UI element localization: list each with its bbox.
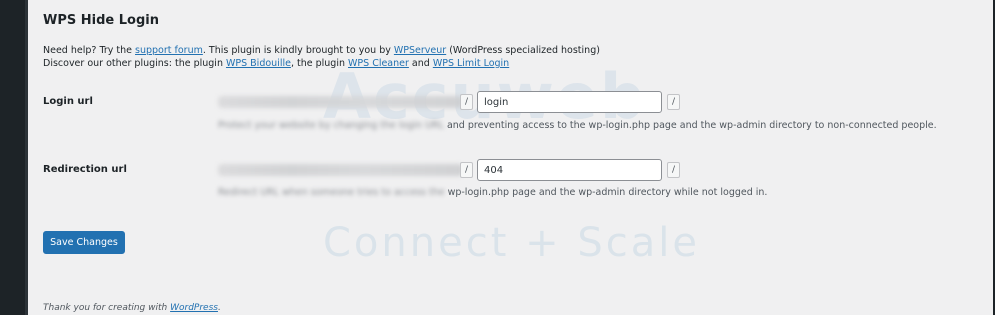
discover-sep2: and — [408, 58, 433, 69]
redirection-url-slash-right: / — [667, 162, 680, 178]
redirection-url-slash-left: / — [460, 162, 473, 178]
settings-page: Accuweb Connect + Scale WPS Hide Login N… — [28, 0, 993, 315]
discover-line: Discover our other plugins: the plugin W… — [43, 57, 600, 70]
support-forum-link[interactable]: support forum — [135, 45, 203, 56]
help-middle: . This plugin is kindly brought to you b… — [202, 45, 394, 56]
page-title: WPS Hide Login — [43, 13, 159, 28]
redirection-url-description-blurred: Redirect URL when someone tries to acces… — [218, 187, 445, 198]
discover-prefix: Discover our other plugins: the plugin — [43, 58, 226, 69]
redirection-url-description-text: wp-login.php page and the wp-admin direc… — [444, 187, 768, 198]
intro-text: Need help? Try the support forum. This p… — [43, 44, 600, 70]
discover-sep1: , the plugin — [290, 58, 349, 69]
redirection-url-input[interactable] — [477, 159, 662, 181]
save-changes-button[interactable]: Save Changes — [43, 231, 125, 254]
wps-cleaner-link[interactable]: WPS Cleaner — [348, 58, 409, 69]
login-url-slash-right: / — [667, 94, 680, 110]
login-url-input[interactable] — [477, 91, 662, 113]
footer-suffix: . — [217, 303, 221, 313]
admin-sidebar-edge — [0, 0, 28, 315]
login-url-description-blurred: Protect your website by changing the log… — [218, 120, 444, 131]
watermark-bottom-text: Connect + Scale — [323, 220, 700, 266]
wpserveur-link[interactable]: WPServeur — [394, 45, 446, 56]
admin-footer: Thank you for creating with WordPress. — [43, 303, 221, 313]
help-prefix: Need help? Try the — [43, 45, 136, 56]
redirection-url-site-prefix — [218, 164, 463, 176]
help-suffix: (WordPress specialized hosting) — [446, 45, 600, 56]
login-url-site-prefix — [218, 96, 463, 108]
wordpress-link[interactable]: WordPress — [170, 303, 218, 313]
redirection-url-label: Redirection url — [43, 164, 127, 175]
login-url-label: Login url — [43, 96, 93, 107]
redirection-url-description: Redirect URL when someone tries to acces… — [218, 187, 767, 198]
wps-limit-login-link[interactable]: WPS Limit Login — [433, 58, 509, 69]
footer-prefix: Thank you for creating with — [43, 303, 171, 313]
login-url-slash-left: / — [460, 94, 473, 110]
wps-bidouille-link[interactable]: WPS Bidouille — [226, 58, 291, 69]
login-url-description-text: and preventing access to the wp-login.ph… — [443, 120, 937, 131]
login-url-description: Protect your website by changing the log… — [218, 120, 937, 131]
help-line: Need help? Try the support forum. This p… — [43, 44, 600, 57]
